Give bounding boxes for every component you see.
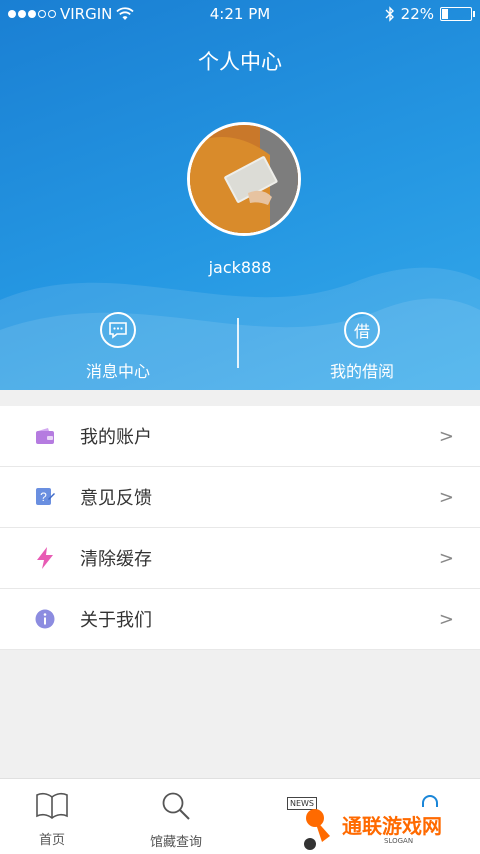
tab-collection-search[interactable]: 馆藏查询 [136,791,216,850]
carrier-name: VIRGIN [60,5,113,23]
tab-label: 馆藏查询 [149,835,202,850]
lightning-icon [34,547,56,569]
menu-item-label: 我的账户 [80,427,152,448]
wifi-icon [116,7,135,20]
borrow-icon-glyph: 借 [353,322,370,341]
menu-item-clear-cache[interactable]: 清除缓存 > [0,528,480,589]
watermark-slogan: SLOGAN [384,837,414,845]
username: jack888 [208,258,272,277]
chevron-right-icon: > [438,486,454,508]
watermark-logo: 通联游戏网 SLOGAN [300,804,475,852]
menu-item-about-us[interactable]: 关于我们 > [0,589,480,650]
menu-item-label: 意见反馈 [80,488,152,509]
avatar[interactable] [187,122,301,236]
borrow-icon: 借 [344,312,380,348]
watermark-text: 通联游戏网 [342,814,442,838]
battery-percent: 22% [400,5,434,23]
page-title: 个人中心 [198,50,282,74]
battery-level-fill [442,9,449,19]
menu-item-my-account[interactable]: 我的账户 > [0,406,480,467]
wallet-icon [34,425,56,447]
settings-menu: 我的账户 > ? 意见反馈 > 清除缓存 > 关于我们 > [0,406,480,650]
tab-home[interactable]: 首页 [12,791,92,848]
search-icon [162,792,190,820]
feedback-icon: ? [34,486,56,508]
menu-item-label: 清除缓存 [80,549,152,570]
avatar-photo [190,125,298,233]
chevron-right-icon: > [438,547,454,569]
tab-label: 首页 [38,833,65,848]
book-icon [36,792,68,820]
quick-actions-divider [237,318,239,368]
chevron-right-icon: > [438,608,454,630]
my-borrow-button[interactable]: 借 我的借阅 [282,312,442,382]
menu-item-label: 关于我们 [80,610,152,631]
my-borrow-label: 我的借阅 [329,362,394,381]
menu-item-feedback[interactable]: ? 意见反馈 > [0,467,480,528]
message-center-button[interactable]: 消息中心 [38,312,198,382]
info-icon [34,608,56,630]
message-bubble-icon [100,312,136,348]
chevron-right-icon: > [438,425,454,447]
watermark-mark-icon [304,809,330,850]
bluetooth-icon [385,6,394,22]
profile-header: VIRGIN 4:21 PM 22% 个人中心 jack888 消息中心 借 我… [0,0,480,390]
status-bar: VIRGIN 4:21 PM 22% [0,0,480,28]
svg-text:?: ? [40,490,47,504]
signal-strength-icon [8,10,56,18]
battery-icon [440,7,475,21]
message-center-label: 消息中心 [85,362,150,381]
